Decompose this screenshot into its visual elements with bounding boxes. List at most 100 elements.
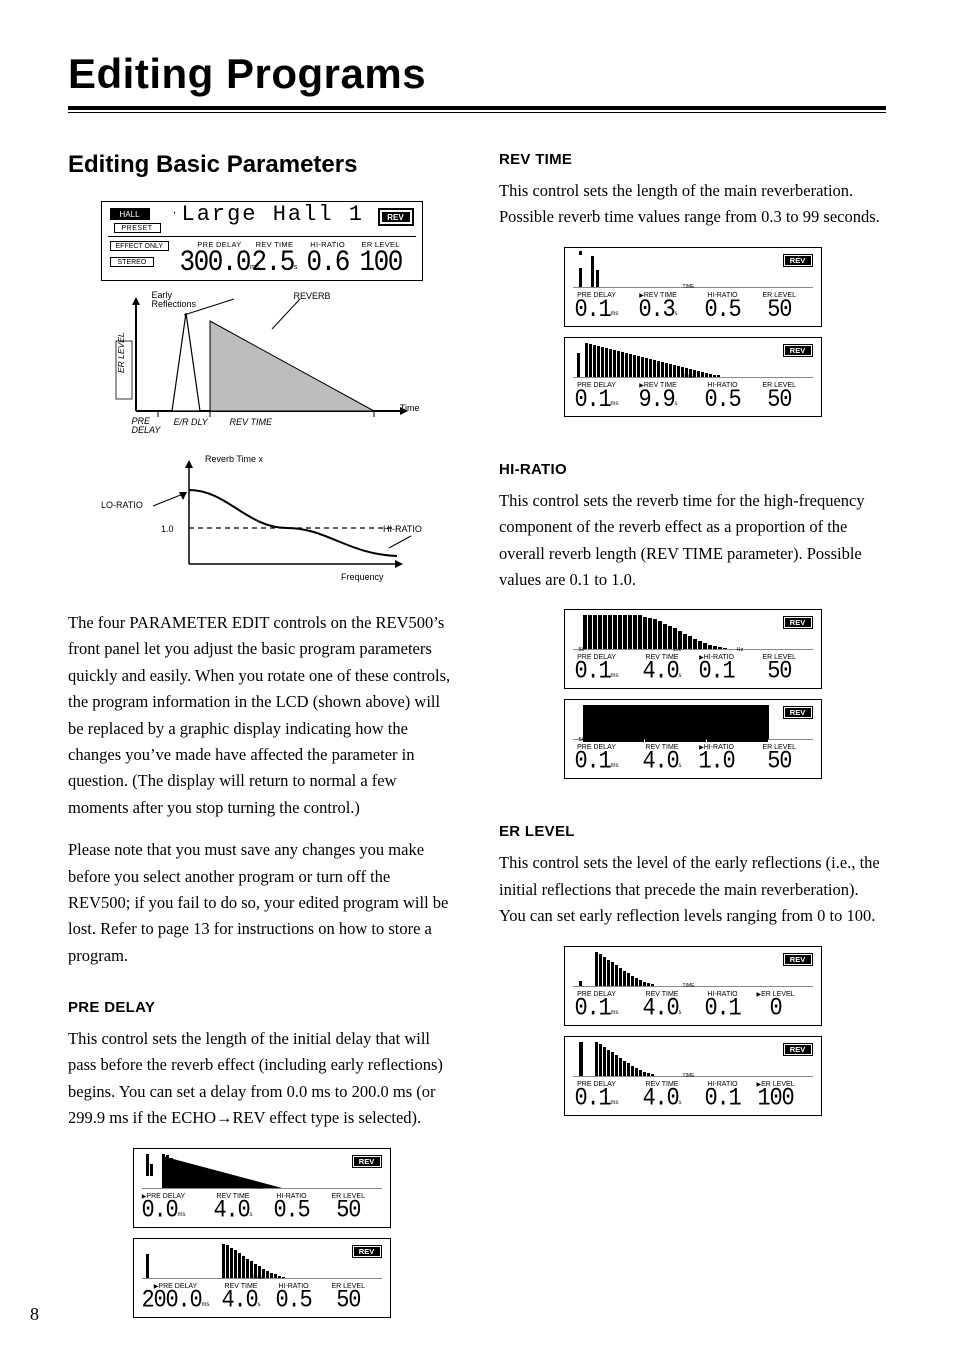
- col-predelay: PRE DELAY 0.1ms: [575, 382, 619, 411]
- svg-text:Reverb Time x: Reverb Time x: [205, 454, 264, 464]
- unit: ms: [611, 1010, 619, 1016]
- value: 0.3: [639, 297, 675, 322]
- label-reverb: REVERB: [294, 291, 331, 301]
- col-hiratio: HI-RATIO 0.5: [705, 382, 741, 411]
- col-hiratio: HI-RATIO 0.1: [705, 991, 741, 1020]
- time-tick: TIME: [683, 374, 695, 380]
- rev-badge: REV: [378, 208, 414, 226]
- freq-5k: 5k: [579, 737, 585, 743]
- label-time: Time: [400, 403, 420, 413]
- unit: ms: [611, 311, 619, 317]
- lcd-erlevel: ER LEVEL 100: [360, 240, 402, 275]
- lcd-program-name: Large Hall 1: [182, 202, 364, 227]
- lcd-predelay-0: REV TIME ▶PRE DELAY 0.0ms REV TIME 4.0s …: [133, 1148, 391, 1228]
- lcd-predelay: PRE DELAY 300.0ms: [180, 240, 260, 275]
- rev-badge: REV: [783, 953, 813, 966]
- unit: s: [675, 401, 678, 407]
- lcd-pair-erlevel: REV TIME PRE DELAY 0.1ms REV TIME 4.0s H…: [564, 946, 822, 1116]
- col-hiratio: HI-RATIO 0.5: [274, 1193, 310, 1222]
- col-hiratio: HI-RATIO 0.5: [705, 292, 741, 321]
- label-early-reflections: EarlyReflections: [152, 291, 197, 310]
- body-rev-time: This control sets the length of the main…: [499, 178, 886, 231]
- rev-badge: REV: [352, 1245, 382, 1258]
- right-column: REV TIME This control sets the length of…: [499, 151, 886, 1328]
- heading-hi-ratio: HI-RATIO: [499, 461, 886, 478]
- rev-badge: REV: [783, 616, 813, 629]
- unit: ms: [202, 1302, 210, 1308]
- value: 100: [360, 247, 402, 277]
- value: 0.1: [575, 750, 611, 775]
- section-heading: Editing Basic Parameters: [68, 151, 455, 179]
- col-erlevel: ▶ER LEVEL 0: [757, 991, 795, 1020]
- value: 50: [336, 1288, 360, 1313]
- value: 4.0: [643, 1086, 679, 1111]
- unit: ms: [178, 1212, 186, 1218]
- lcd-pair-predelay: REV TIME ▶PRE DELAY 0.0ms REV TIME 4.0s …: [133, 1148, 391, 1318]
- label-pre-delay: PREDELAY: [132, 417, 161, 436]
- freq-5k: 5k: [579, 647, 585, 653]
- body-pre-delay: This control sets the length of the init…: [68, 1026, 455, 1132]
- value: 50: [767, 387, 791, 412]
- value: 50: [767, 297, 791, 322]
- rev-badge: REV: [352, 1155, 382, 1168]
- rev-badge: REV: [783, 254, 813, 267]
- value: 0.5: [705, 297, 741, 322]
- unit: ms: [611, 763, 619, 769]
- value: 0.1: [705, 996, 741, 1021]
- value: 200.0: [142, 1288, 202, 1313]
- rev-badge: REV: [783, 706, 813, 719]
- unit: ms: [611, 401, 619, 407]
- rev-badge: REV: [783, 1043, 813, 1056]
- unit: s: [675, 311, 678, 317]
- col-hiratio: HI-RATIO 0.5: [276, 1283, 312, 1312]
- intro-paragraph-1: The four PARAMETER EDIT controls on the …: [68, 610, 455, 821]
- value: 0.1: [575, 996, 611, 1021]
- lcd-hiratio-0p1: REV 5k 15k Hz PRE DELAY 0.1ms REV TIME 4…: [564, 609, 822, 689]
- lcd-revtime-0p3: REV TIME PRE DELAY 0.1ms ▶REV TIME 0.3s …: [564, 247, 822, 327]
- value: 0.5: [276, 1288, 312, 1313]
- envelope-diagram: ER LEVEL EarlyReflections REVERB Time PR…: [102, 293, 422, 438]
- unit: ms: [611, 1100, 619, 1106]
- time-tick: TIME: [252, 1275, 264, 1281]
- value: 0.5: [705, 387, 741, 412]
- freq-15k: 15k: [673, 647, 682, 653]
- col-erlevel: ▶ER LEVEL 100: [757, 1081, 795, 1110]
- col-erlevel: ER LEVEL 50: [332, 1283, 365, 1312]
- col-hiratio: HI-RATIO 0.1: [705, 1081, 741, 1110]
- lcd-effect-only: EFFECT ONLY: [110, 241, 170, 251]
- time-tick: TIME: [683, 1073, 695, 1079]
- unit: s: [679, 673, 682, 679]
- value: 4.0: [643, 660, 679, 685]
- value: 0.1: [575, 1086, 611, 1111]
- col-revtime: REV TIME 4.0s: [643, 744, 682, 773]
- lcd-pair-hiratio: REV 5k 15k Hz PRE DELAY 0.1ms REV TIME 4…: [564, 609, 822, 779]
- lcd-divider: [108, 236, 416, 237]
- unit: s: [679, 1100, 682, 1106]
- intro-paragraph-2: Please note that you must save any chang…: [68, 837, 455, 969]
- col-predelay: ▶PRE DELAY 0.0ms: [142, 1193, 186, 1222]
- col-revtime: ▶REV TIME 0.3s: [639, 292, 678, 321]
- col-erlevel: ER LEVEL 50: [763, 654, 796, 683]
- rev-badge: REV: [783, 344, 813, 357]
- value: 0.6: [307, 247, 349, 277]
- value: 9.9: [639, 387, 675, 412]
- col-revtime: REV TIME 4.0s: [643, 991, 682, 1020]
- time-tick: TIME: [683, 983, 695, 989]
- col-hiratio: ▶HI-RATIO 0.1: [699, 654, 735, 683]
- value: 0.0: [142, 1198, 178, 1223]
- col-erlevel: ER LEVEL 50: [763, 292, 796, 321]
- value: 4.0: [643, 996, 679, 1021]
- value: 50: [336, 1198, 360, 1223]
- col-revtime: REV TIME 4.0s: [643, 654, 682, 683]
- lcd-hiratio: HI-RATIO 0.6: [307, 240, 349, 275]
- svg-text:ER LEVEL: ER LEVEL: [116, 332, 126, 373]
- col-predelay: PRE DELAY 0.1ms: [575, 292, 619, 321]
- unit: s: [294, 264, 298, 271]
- heading-er-level: ER LEVEL: [499, 823, 886, 840]
- lcd-erlevel-0: REV TIME PRE DELAY 0.1ms REV TIME 4.0s H…: [564, 946, 822, 1026]
- lcd-stereo: STEREO: [110, 257, 155, 267]
- label-revtime: REV TIME: [230, 417, 273, 427]
- svg-text:LO-RATIO: LO-RATIO: [101, 500, 143, 510]
- lcd-main: HALL PRESET ' Large Hall 1 REV EFFECT ON…: [101, 201, 423, 281]
- col-hiratio: ▶HI-RATIO 1.0: [699, 744, 735, 773]
